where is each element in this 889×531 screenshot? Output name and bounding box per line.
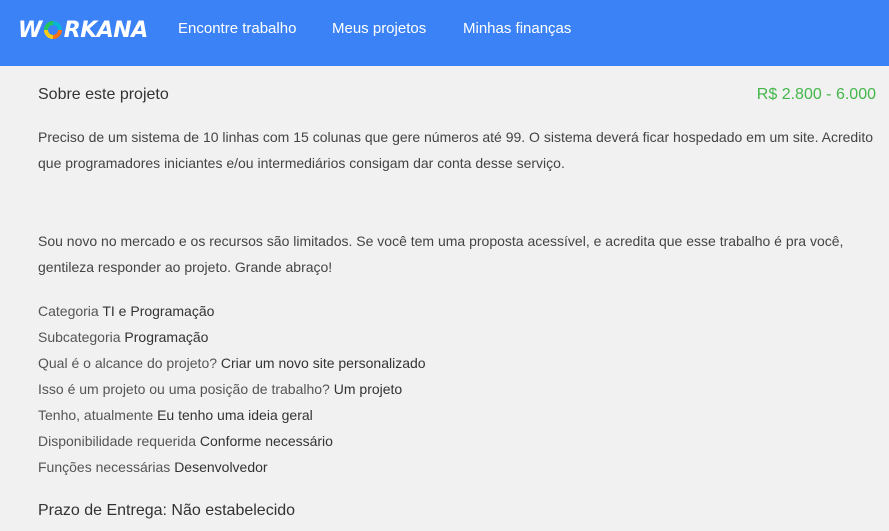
detail-project-type: Isso é um projeto ou uma posição de trab… bbox=[38, 381, 402, 397]
detail-label: Subcategoria bbox=[38, 329, 125, 345]
detail-value: Programação bbox=[124, 329, 209, 345]
detail-value: Desenvolvedor bbox=[174, 459, 268, 475]
nav-my-finances[interactable]: Minhas finanças bbox=[463, 20, 571, 37]
nav-find-work[interactable]: Encontre trabalho bbox=[178, 20, 296, 37]
detail-label: Qual é o alcance do projeto? bbox=[38, 355, 221, 371]
detail-value: Eu tenho uma ideia geral bbox=[157, 407, 313, 423]
nav-my-projects[interactable]: Meus projetos bbox=[332, 20, 426, 37]
detail-label: Isso é um projeto ou uma posição de trab… bbox=[38, 381, 334, 397]
main-nav: Encontre trabalho Meus projetos Minhas f… bbox=[0, 0, 889, 66]
detail-value: Conforme necessário bbox=[199, 433, 333, 449]
detail-category: Categoria TI e Programação bbox=[38, 303, 214, 319]
detail-scope: Qual é o alcance do projeto? Criar um no… bbox=[38, 355, 426, 371]
project-description-2: Sou novo no mercado e os recursos são li… bbox=[38, 233, 844, 275]
detail-label: Categoria bbox=[38, 303, 103, 319]
budget-range: R$ 2.800 - 6.000 bbox=[756, 86, 876, 103]
section-title: Sobre este projeto bbox=[38, 86, 169, 103]
detail-label: Disponibilidade requerida bbox=[38, 433, 200, 449]
detail-label: Tenho, atualmente bbox=[38, 407, 158, 423]
detail-current-status: Tenho, atualmente Eu tenho uma ideia ger… bbox=[38, 407, 313, 423]
delivery-deadline: Prazo de Entrega: Não estabelecido bbox=[38, 502, 296, 519]
detail-label: Funções necessárias bbox=[38, 459, 175, 475]
project-description-1: Preciso de um sistema de 10 linhas com 1… bbox=[38, 129, 873, 171]
detail-value: Criar um novo site personalizado bbox=[220, 355, 426, 371]
top-navigation-bar: W RKANA Encontre trabalho Meus projetos … bbox=[0, 0, 889, 66]
detail-value: Um projeto bbox=[333, 381, 403, 397]
detail-availability: Disponibilidade requerida Conforme neces… bbox=[38, 433, 333, 449]
detail-subcategory: Subcategoria Programação bbox=[38, 329, 208, 345]
detail-value: TI e Programação bbox=[102, 303, 215, 319]
detail-roles: Funções necessárias Desenvolvedor bbox=[38, 459, 268, 475]
